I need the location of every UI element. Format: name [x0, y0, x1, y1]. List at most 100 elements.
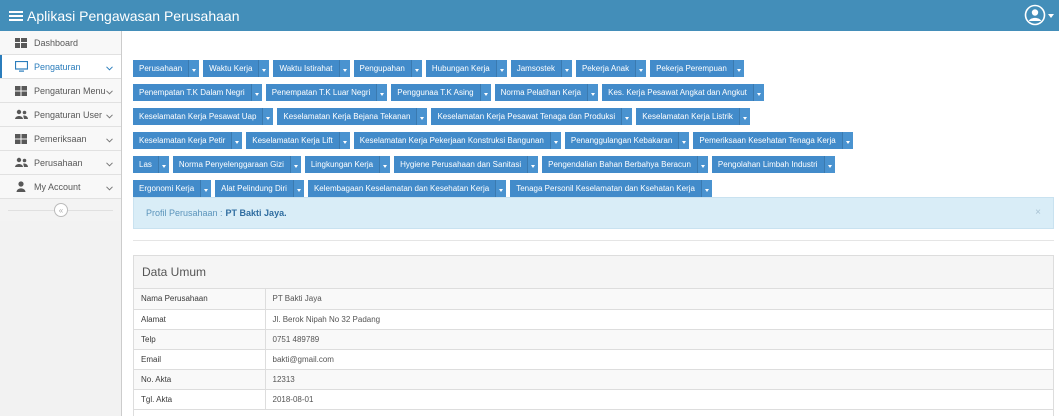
menu-dropdown-button[interactable]: Penempatan T.K Luar Negri [265, 84, 388, 101]
collapse-sidebar-icon[interactable]: « [54, 203, 68, 217]
menu-dropdown-button[interactable]: Penanggulangan Kebakaran [564, 132, 690, 149]
menu-button-label: Kes. Kerja Pesawat Angkat dan Angkut [608, 88, 747, 97]
toolbar-row: Penempatan T.K Dalam Negri Penempatan T.K… [133, 84, 768, 101]
menu-dropdown-button[interactable]: Penempatan T.K Dalam Negri [133, 84, 262, 101]
dropdown-toggle-icon[interactable] [262, 108, 274, 125]
dropdown-toggle-icon[interactable] [823, 156, 835, 173]
sidebar-item-pemeriksaan[interactable]: Pemeriksaan [0, 127, 121, 151]
dropdown-toggle-icon[interactable] [200, 180, 212, 197]
sidebar-item-pengaturan-user[interactable]: Pengaturan User [0, 103, 121, 127]
sidebar-item-dashboard[interactable]: Dashboard [0, 31, 121, 55]
menu-dropdown-button[interactable]: Kes. Kerja Pesawat Angkat dan Angkut [602, 84, 764, 101]
list-icon [9, 10, 23, 22]
menu-button-label: Keselamatan Kerja Pesawat Uap [139, 112, 257, 121]
company-info-table: Nama Perusahaan PT Bakti Jaya Alamat Jl. Be… [134, 289, 1053, 410]
dropdown-toggle-icon[interactable] [292, 180, 304, 197]
chevron-down-icon [106, 63, 113, 73]
dropdown-toggle-icon[interactable] [696, 156, 708, 173]
table-row: Email bakti@gmail.com [134, 349, 1053, 370]
menu-dropdown-button[interactable]: Norma Pelatihan Kerja [494, 84, 599, 101]
menu-dropdown-button[interactable]: Keselamatan Kerja Lift [246, 132, 350, 149]
menu-dropdown-button[interactable]: Hygiene Perusahaan dan Sanitasi [394, 156, 539, 173]
dropdown-toggle-icon[interactable] [479, 84, 491, 101]
dropdown-toggle-icon[interactable] [527, 156, 539, 173]
dropdown-toggle-icon[interactable] [157, 156, 169, 173]
dropdown-toggle-icon[interactable] [549, 132, 561, 149]
field-label: Nama Perusahaan [134, 289, 266, 310]
menu-dropdown-button[interactable]: Keselamatan Kerja Pesawat Uap [133, 108, 274, 125]
sidebar-item-perusahaan[interactable]: Perusahaan [0, 151, 121, 175]
dropdown-toggle-icon[interactable] [379, 156, 391, 173]
menu-dropdown-button[interactable]: Jamsostek [510, 60, 572, 77]
menu-button-label: Pemeriksaan Kesehatan Tenaga Kerja [699, 136, 836, 145]
menu-dropdown-button[interactable]: Waktu Kerja [203, 60, 270, 77]
menu-dropdown-button[interactable]: Norma Penyelenggaraan Gizi [172, 156, 301, 173]
dropdown-toggle-icon[interactable] [250, 84, 262, 101]
menu-dropdown-button[interactable]: Keselamatan Kerja Bejana Tekanan [277, 108, 428, 125]
dropdown-toggle-icon[interactable] [338, 60, 350, 77]
menu-button-label: Pengendalian Bahan Berbahya Beracun [548, 160, 691, 169]
dropdown-toggle-icon[interactable] [376, 84, 388, 101]
alert-company-name: PT Bakti Jaya. [225, 208, 287, 218]
dropdown-toggle-icon[interactable] [560, 60, 572, 77]
dropdown-toggle-icon[interactable] [258, 60, 270, 77]
menu-dropdown-button[interactable]: Keselamatan Kerja Pekerjaan Konstruksi B… [353, 132, 561, 149]
sidebar-item-pengaturan[interactable]: Pengaturan [0, 55, 121, 79]
dropdown-toggle-icon[interactable] [188, 60, 200, 77]
menu-dropdown-button[interactable]: Pengolahan Limbah Industri [711, 156, 835, 173]
menu-dropdown-button[interactable]: Keselamatan Kerja Petir [133, 132, 243, 149]
menu-dropdown-button[interactable]: Penggunaa T.K Asing [391, 84, 491, 101]
menu-dropdown-button[interactable]: Alat Pelindung Diri [215, 180, 304, 197]
dropdown-toggle-icon[interactable] [621, 108, 633, 125]
close-icon[interactable]: × [1035, 207, 1041, 218]
menu-dropdown-button[interactable]: Pekerja Perempuan [650, 60, 744, 77]
field-label: Email [134, 349, 266, 370]
dropdown-toggle-icon[interactable] [841, 132, 853, 149]
menu-button-label: Penempatan T.K Dalam Negri [139, 88, 245, 97]
field-value: 2018-08-01 [265, 389, 1053, 410]
sidebar-item-pengaturan-menu[interactable]: Pengaturan Menu [0, 79, 121, 103]
menu-dropdown-button[interactable]: Pengupahan [353, 60, 422, 77]
divider [133, 240, 1054, 241]
dropdown-toggle-icon[interactable] [410, 60, 422, 77]
dropdown-toggle-icon[interactable] [289, 156, 301, 173]
menu-dropdown-button[interactable]: Pemeriksaan Kesehatan Tenaga Kerja [693, 132, 853, 149]
menu-dropdown-button[interactable]: Lingkungan Kerja [304, 156, 391, 173]
menu-dropdown-button[interactable]: Perusahaan [133, 60, 200, 77]
main-content: Perusahaan Waktu Kerja Waktu Istirahat Peng… [123, 31, 1059, 416]
menu-button-label: Ergonomi Kerja [139, 184, 195, 193]
menu-dropdown-button[interactable]: Tenaga Personil Keselamatan dan Ksehatan… [510, 180, 712, 197]
app-brand[interactable]: Aplikasi Pengawasan Perusahaan [9, 7, 239, 25]
menu-dropdown-button[interactable]: Waktu Istirahat [273, 60, 350, 77]
menu-dropdown-button[interactable]: Pekerja Anak [575, 60, 647, 77]
menu-dropdown-button[interactable]: Keselamatan Kerja Pesawat Tenaga dan Pro… [431, 108, 633, 125]
top-navbar: Aplikasi Pengawasan Perusahaan [0, 0, 1059, 31]
dropdown-toggle-icon[interactable] [732, 60, 744, 77]
dropdown-toggle-icon[interactable] [416, 108, 428, 125]
dropdown-toggle-icon[interactable] [738, 108, 750, 125]
sidebar-item-label: Pengaturan Menu [34, 85, 106, 96]
toolbar-row: Keselamatan Kerja Petir Keselamatan Kerja… [133, 132, 857, 149]
dropdown-toggle-icon[interactable] [635, 60, 647, 77]
dropdown-toggle-icon[interactable] [495, 180, 507, 197]
dropdown-toggle-icon[interactable] [587, 84, 599, 101]
table-row: Alamat Jl. Berok Nipah No 32 Padang [134, 309, 1053, 330]
menu-button-label: Perusahaan [139, 64, 183, 73]
dropdown-toggle-icon[interactable] [231, 132, 243, 149]
menu-dropdown-button[interactable]: Pengendalian Bahan Berbahya Beracun [542, 156, 708, 173]
dropdown-toggle-icon[interactable] [700, 180, 712, 197]
user-menu-button[interactable] [1019, 0, 1059, 31]
sidebar-item-my-account[interactable]: My Account [0, 175, 121, 199]
dropdown-toggle-icon[interactable] [338, 132, 350, 149]
sidebar-item-label: Pemeriksaan [34, 133, 87, 144]
menu-dropdown-button[interactable]: Ergonomi Kerja [133, 180, 212, 197]
dropdown-toggle-icon[interactable] [752, 84, 764, 101]
menu-button-label: Keselamatan Kerja Bejana Tekanan [283, 112, 411, 121]
dropdown-toggle-icon[interactable] [495, 60, 507, 77]
menu-dropdown-button[interactable]: Hubungan Kerja [425, 60, 507, 77]
menu-dropdown-button[interactable]: Las [133, 156, 169, 173]
dropdown-toggle-icon[interactable] [678, 132, 690, 149]
menu-dropdown-button[interactable]: Keselamatan Kerja Listrik [636, 108, 750, 125]
menu-button-label: Keselamatan Kerja Listrik [642, 112, 733, 121]
menu-dropdown-button[interactable]: Kelembagaan Keselamatan dan Kesehatan Ke… [307, 180, 507, 197]
